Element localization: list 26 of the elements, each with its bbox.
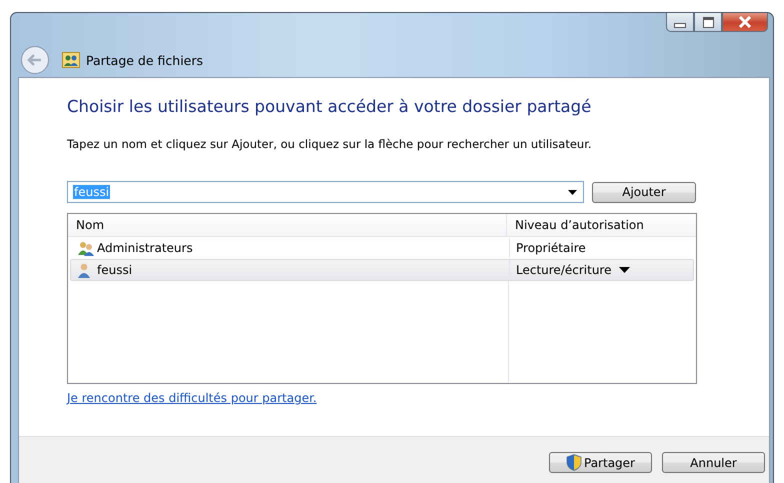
user-group-icon — [77, 240, 95, 256]
permission-level: Propriétaire — [516, 241, 586, 255]
users-icon — [62, 52, 80, 68]
close-icon — [738, 16, 752, 28]
field-value: feussi — [73, 185, 110, 199]
dropdown-arrow-icon[interactable] — [619, 267, 630, 273]
help-link[interactable]: Je rencontre des difficultés pour partager. — [67, 391, 317, 405]
user-name: feussi — [97, 263, 132, 277]
user-row[interactable]: feussi Lecture/écriture — [70, 259, 694, 281]
window-title: Partage de fichiers — [86, 52, 204, 68]
add-button[interactable]: Ajouter — [592, 182, 696, 202]
column-header[interactable]: Nom — [68, 214, 506, 236]
close-button[interactable] — [722, 13, 768, 32]
dialog-heading: Choisir les utilisateurs pouvant accéder à votre dossier partagé — [67, 97, 592, 116]
dropdown-arrow-icon[interactable] — [568, 190, 577, 194]
user-row[interactable]: Administrateurs Propriétaire — [70, 237, 694, 259]
user-icon — [77, 262, 91, 278]
maximize-button[interactable] — [694, 13, 722, 32]
user-name: Administrateurs — [97, 241, 193, 255]
instruction-text: Tapez un nom et cliquez sur Ajouter, ou cliquez sur la flèche pour rechercher un utilisateur. — [67, 137, 593, 151]
shield-icon — [566, 454, 582, 471]
column-header[interactable]: Niveau d’autorisation — [506, 214, 696, 236]
dialog-button[interactable]: Annuler — [662, 452, 765, 473]
dialog-button[interactable]: Partager — [549, 452, 652, 473]
permission-level: Lecture/écriture — [516, 263, 612, 277]
minimize-button[interactable] — [666, 13, 694, 32]
